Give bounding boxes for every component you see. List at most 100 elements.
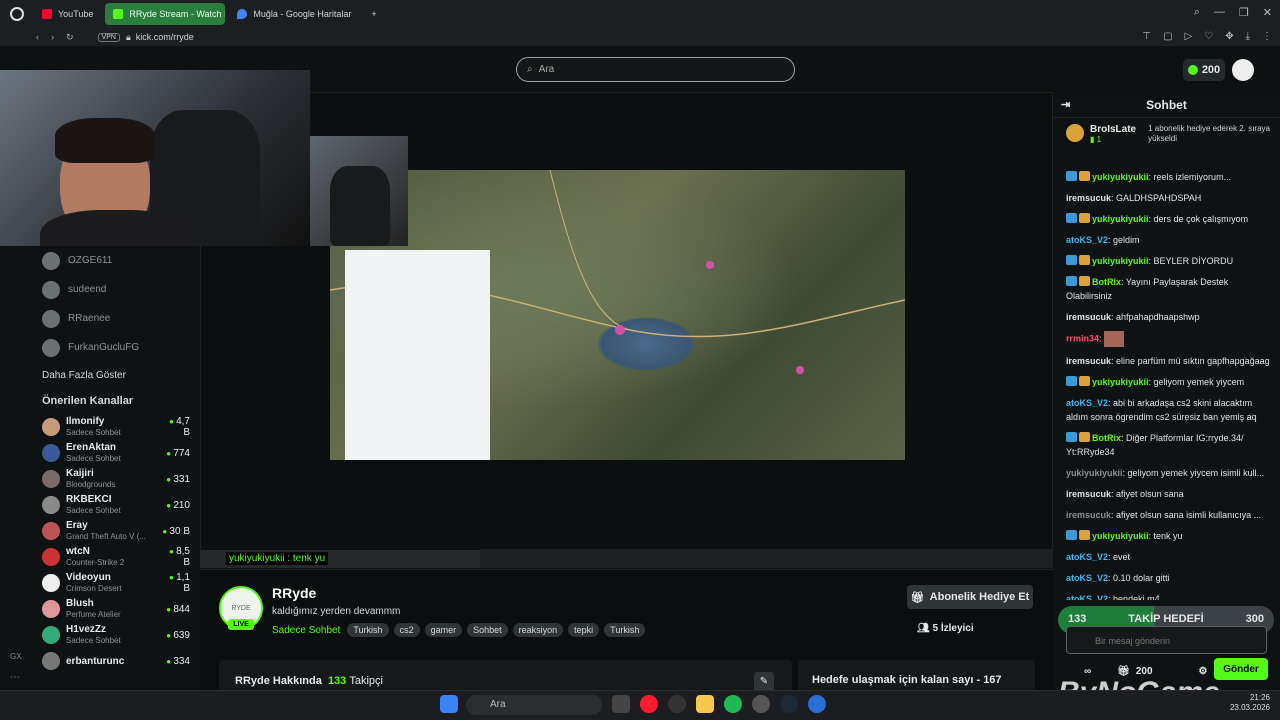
- user-avatar[interactable]: [1232, 59, 1254, 81]
- youtube-icon: [42, 9, 52, 19]
- back-icon[interactable]: ‹: [36, 32, 39, 42]
- category-link[interactable]: Sadece Sohbet: [272, 625, 340, 636]
- url-text[interactable]: kick.com/rryde: [136, 32, 194, 42]
- more-icon[interactable]: ⋯: [10, 672, 20, 683]
- windows-start-icon[interactable]: [440, 695, 458, 713]
- spotify-icon[interactable]: [724, 695, 742, 713]
- settings-icon[interactable]: ⚙︎: [1199, 666, 1208, 677]
- avatar: [42, 522, 60, 540]
- recommended-channel[interactable]: BlushPerfume Atelier 844: [0, 596, 200, 622]
- chat-username[interactable]: iremsucuk: [1066, 356, 1111, 366]
- chat-username[interactable]: atoKS_V2: [1066, 573, 1108, 583]
- app-icon[interactable]: [808, 695, 826, 713]
- system-clock[interactable]: 21:26 23.03.2026: [1220, 693, 1270, 713]
- channel-name[interactable]: RRyde: [272, 585, 316, 601]
- app-icon[interactable]: [752, 695, 770, 713]
- download-icon[interactable]: ⤓: [1246, 31, 1250, 42]
- extension-icon[interactable]: ✥: [1225, 31, 1233, 42]
- taskbar-search[interactable]: Ara: [466, 695, 602, 715]
- new-tab-button[interactable]: +: [363, 3, 384, 25]
- infinity-icon[interactable]: ∞: [1084, 666, 1091, 677]
- chat-username[interactable]: iremsucuk: [1066, 193, 1111, 203]
- chat-username[interactable]: atoKS_V2: [1066, 398, 1108, 408]
- recommended-channel[interactable]: H1vezZzSadece Sohbet 639: [0, 622, 200, 648]
- tab-youtube[interactable]: YouTube: [34, 3, 101, 25]
- menu-icon[interactable]: ⋮: [1262, 31, 1272, 42]
- avatar: [42, 280, 60, 299]
- chat-username[interactable]: yukiyukiyukii: [1092, 256, 1149, 266]
- reload-icon[interactable]: ↻: [66, 32, 74, 43]
- tag[interactable]: cs2: [393, 623, 420, 637]
- file-explorer-icon[interactable]: [696, 695, 714, 713]
- gift-label: Abonelik Hediye Et: [929, 591, 1030, 603]
- forward-icon[interactable]: ›: [51, 32, 54, 42]
- task-view-icon[interactable]: [612, 695, 630, 713]
- recommended-channel[interactable]: RKBEKCISadece Sohbet 210: [0, 492, 200, 518]
- chat-username[interactable]: yukiyukiyukii: [1092, 172, 1149, 182]
- vpn-badge[interactable]: VPN: [97, 32, 120, 42]
- gift-subscription-button[interactable]: 🎁︎ Abonelik Hediye Et: [907, 585, 1033, 609]
- search-icon[interactable]: ⌕: [1194, 6, 1200, 19]
- play-icon[interactable]: ▷: [1185, 31, 1193, 42]
- recommended-channel[interactable]: erbanturunc 334: [0, 648, 200, 674]
- chat-username[interactable]: atoKS_V2: [1066, 594, 1108, 600]
- recommended-channel[interactable]: IlmonifySadece Sohbet 4,7 B: [0, 414, 200, 440]
- close-icon[interactable]: ✕: [1263, 6, 1272, 19]
- steam-icon[interactable]: [780, 695, 798, 713]
- obs-icon[interactable]: [668, 695, 686, 713]
- chat-username[interactable]: yukiyukiyukii: [1066, 468, 1123, 478]
- chat-username[interactable]: atoKS_V2: [1066, 235, 1108, 245]
- viewer-count: 331: [162, 474, 200, 485]
- recommended-channel[interactable]: ErenAktanSadece Sohbet 774: [0, 440, 200, 466]
- chat-message-input[interactable]: Bir mesaj gönderin: [1066, 626, 1267, 654]
- show-more-link[interactable]: Daha Fazla Göster: [0, 362, 200, 388]
- recommended-channel[interactable]: KaijiriBloodgrounds 331: [0, 466, 200, 492]
- send-button[interactable]: Gönder: [1214, 658, 1268, 680]
- snapshot-icon[interactable]: ▢: [1163, 31, 1172, 42]
- collapse-chat-icon[interactable]: ⇥: [1061, 98, 1070, 111]
- recommended-channel[interactable]: ErayGrand Theft Auto V (... 30 B: [0, 518, 200, 544]
- followed-channel[interactable]: sudeend: [0, 275, 200, 304]
- tag[interactable]: tepki: [568, 623, 600, 637]
- chat-username[interactable]: yukiyukiyukii: [1092, 531, 1149, 541]
- edit-icon[interactable]: ✎: [754, 672, 774, 692]
- chat-username[interactable]: BotRix: [1092, 277, 1121, 287]
- pinned-user[interactable]: BroIsLate: [1090, 124, 1136, 135]
- tag[interactable]: gamer: [424, 623, 463, 637]
- avatar: [42, 600, 60, 618]
- chat-username[interactable]: iremsucuk: [1066, 510, 1111, 520]
- chat-username[interactable]: yukiyukiyukii: [1092, 214, 1149, 224]
- chair: [330, 166, 390, 246]
- followed-channel[interactable]: RRaenee: [0, 304, 200, 333]
- tag[interactable]: Turkish: [347, 623, 389, 637]
- chat-username[interactable]: yukiyukiyukii: [1092, 377, 1149, 387]
- gift-icon[interactable]: 🎁︎: [1117, 666, 1130, 677]
- recommended-channel[interactable]: VideoyunCrimson Desert 1,1 B: [0, 570, 200, 596]
- maximize-icon[interactable]: ❐: [1239, 6, 1249, 19]
- chat-username[interactable]: iremsucuk: [1066, 312, 1111, 322]
- tag[interactable]: Sohbet: [467, 623, 508, 637]
- tab-kick[interactable]: RRyde Stream - Watch Li: [105, 3, 226, 25]
- chat-username[interactable]: rrmin34: [1066, 333, 1099, 343]
- pin-icon[interactable]: ⊤: [1142, 31, 1151, 42]
- opera-gx-icon[interactable]: [640, 695, 658, 713]
- heart-icon[interactable]: ♡: [1204, 31, 1213, 42]
- tab-label: Muğla - Google Haritalar: [253, 9, 352, 19]
- followed-channel[interactable]: FurkanGucluFG: [0, 333, 200, 362]
- chat-text: afiyet olsun sana isimli kullanıcıya ...: [1116, 510, 1262, 520]
- minimize-icon[interactable]: —: [1214, 6, 1225, 19]
- chat-username[interactable]: iremsucuk: [1066, 489, 1111, 499]
- tab-maps[interactable]: Muğla - Google Haritalar: [229, 3, 359, 25]
- recommended-channel[interactable]: wtcNCounter-Strike 2 8,5 B: [0, 544, 200, 570]
- kick-coins-button[interactable]: 200: [1183, 59, 1225, 81]
- tag[interactable]: reaksiyon: [512, 623, 564, 637]
- chat-username[interactable]: BotRix: [1092, 433, 1121, 443]
- chat-username[interactable]: atoKS_V2: [1066, 552, 1108, 562]
- tag[interactable]: Turkish: [604, 623, 646, 637]
- search-input[interactable]: ⌕ Ara: [516, 57, 795, 82]
- taskbar-apps: [612, 695, 826, 713]
- crown-badge-icon: [1079, 213, 1090, 223]
- opera-logo-icon[interactable]: [10, 7, 24, 21]
- gx-icon[interactable]: GX: [10, 652, 22, 661]
- followed-channel[interactable]: OZGE611: [0, 246, 200, 275]
